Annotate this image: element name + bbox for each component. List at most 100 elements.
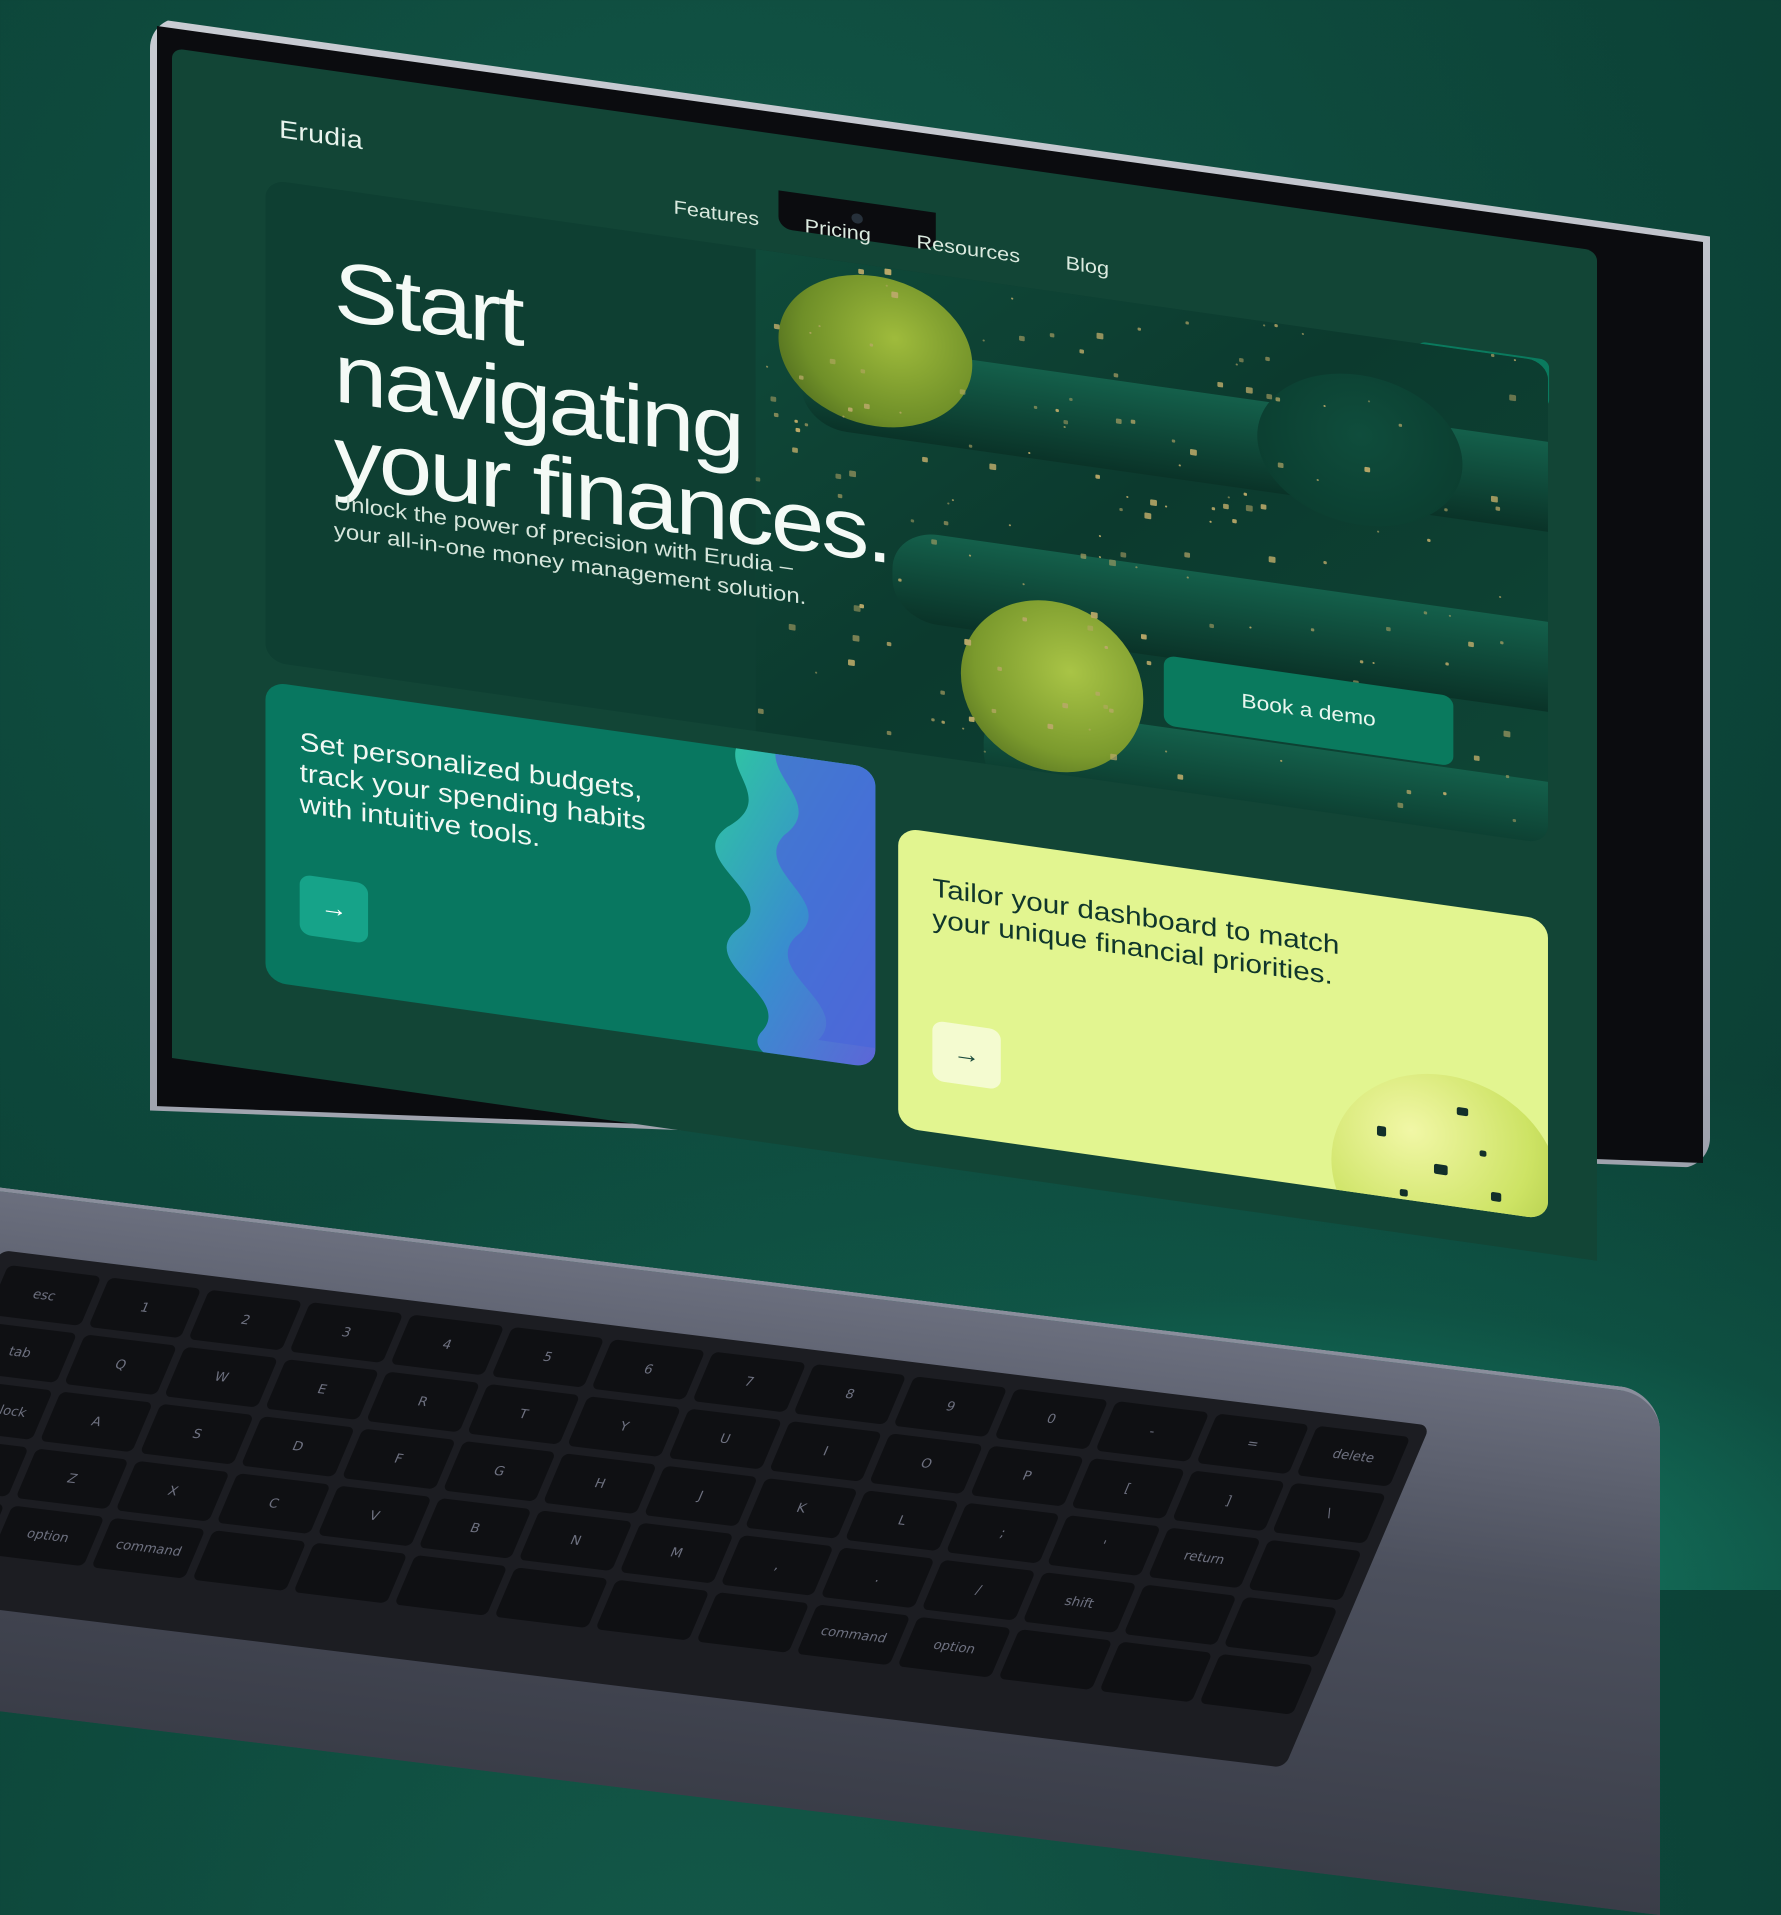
illustration-speck <box>1088 728 1091 731</box>
keyboard-key: B <box>418 1497 532 1559</box>
keyboard-key: D <box>240 1416 355 1477</box>
sculpture-illustration <box>715 730 876 1069</box>
keyboard-key <box>1223 1596 1338 1658</box>
budget-card-text: Set personalized budgets, track your spe… <box>299 726 646 853</box>
keyboard-key <box>1123 1584 1237 1646</box>
illustration-speck <box>1397 802 1404 809</box>
illustration-speck <box>1505 774 1510 779</box>
keyboard-key <box>494 1567 609 1629</box>
keyboard-key: C <box>216 1473 331 1534</box>
illustration-speck <box>1249 626 1252 629</box>
keyboard-key: X <box>116 1460 230 1522</box>
keyboard-key: option <box>0 1505 105 1567</box>
keyboard-key: P <box>970 1445 1084 1507</box>
illustration-speck <box>1146 660 1152 666</box>
illustration-speck <box>1277 462 1284 469</box>
keyboard-key: H <box>543 1453 657 1515</box>
illustration-speck <box>1115 418 1122 425</box>
keyboard-key: Q <box>63 1334 178 1396</box>
illustration-speck <box>1509 394 1517 402</box>
illustration-speck <box>1063 419 1069 425</box>
illustration-speck <box>1062 702 1069 709</box>
keyboard-key: 7 <box>692 1351 807 1413</box>
illustration-speck <box>1245 504 1253 512</box>
arrow-right-icon: → <box>952 1039 981 1071</box>
keyboard-key: G <box>442 1440 557 1502</box>
illustration-speck <box>991 708 997 714</box>
illustration-speck <box>1323 404 1326 408</box>
ball-speck <box>1433 1163 1448 1176</box>
keyboard-key: U <box>668 1408 782 1470</box>
keyboard-key: R <box>365 1371 480 1433</box>
illustration-speck <box>1444 508 1448 512</box>
ball-speck <box>1479 1150 1487 1158</box>
illustration-speck <box>1223 503 1229 510</box>
illustration-speck <box>852 634 860 642</box>
illustration-speck <box>1028 451 1031 455</box>
illustration-speck <box>898 578 902 582</box>
illustration-speck <box>1109 708 1114 714</box>
ball-speck <box>1456 1106 1469 1117</box>
budget-card: Set personalized budgets, track your spe… <box>265 681 876 1069</box>
brand-logo[interactable]: Erudia <box>279 115 363 156</box>
illustration-speck <box>757 708 764 715</box>
keyboard-key: Z <box>15 1448 130 1510</box>
illustration-speck <box>1490 353 1495 358</box>
illustration-speck <box>951 498 955 502</box>
illustration-speck <box>1164 505 1168 508</box>
illustration-speck <box>1135 566 1138 569</box>
illustration-speck <box>968 444 973 448</box>
illustration-speck <box>1268 556 1276 564</box>
illustration-speck <box>886 641 892 647</box>
illustration-speck <box>1090 611 1098 619</box>
keyboard-key: delete <box>1296 1425 1411 1487</box>
nav-item-features[interactable]: Features <box>674 197 759 231</box>
keyboard-key <box>696 1592 810 1653</box>
illustration-speck <box>1109 559 1116 567</box>
dashboard-card-arrow-button[interactable]: → <box>932 1020 1001 1090</box>
illustration-speck <box>1490 495 1498 503</box>
illustration-speck <box>931 539 937 545</box>
keyboard-key: W <box>164 1346 279 1408</box>
keyboard-key: - <box>1095 1401 1209 1462</box>
illustration-speck <box>1364 466 1371 473</box>
nav-item-blog[interactable]: Blog <box>1066 253 1109 281</box>
illustration-speck <box>1104 645 1108 650</box>
illustration-speck <box>1260 503 1267 510</box>
illustration-speck <box>1427 538 1431 543</box>
keyboard-key: V <box>317 1485 432 1547</box>
budget-card-arrow-button[interactable]: → <box>299 874 369 944</box>
dashboard-card: Tailor your dashboard to match your uniq… <box>898 827 1548 1220</box>
illustration-speck <box>947 502 950 505</box>
illustration-speck <box>989 463 997 471</box>
keyboard-key <box>1248 1539 1362 1601</box>
illustration-speck <box>1498 595 1502 599</box>
illustration-speck <box>941 720 945 725</box>
illustration-speck <box>1275 397 1281 402</box>
illustration-speck <box>1184 552 1191 558</box>
illustration-speck <box>1398 423 1403 428</box>
illustration-speck <box>1500 641 1504 645</box>
illustration-speck <box>964 638 972 646</box>
keyboard-key: O <box>869 1433 984 1495</box>
illustration-speck <box>940 690 945 696</box>
illustration-speck <box>1113 373 1119 378</box>
keyboard-key: 6 <box>591 1339 706 1401</box>
keyboard-key <box>1098 1641 1213 1703</box>
keyboard-key: command <box>91 1517 206 1579</box>
keyboard-key <box>595 1579 710 1641</box>
illustration-speck <box>1144 512 1152 520</box>
illustration-speck <box>1243 492 1248 496</box>
illustration-speck <box>1079 349 1084 354</box>
illustration-speck <box>1227 496 1230 499</box>
illustration-speck <box>1185 321 1189 325</box>
illustration-speck <box>1512 818 1517 823</box>
illustration-speck <box>931 718 935 722</box>
nav-item-resources[interactable]: Resources <box>916 232 1020 269</box>
illustration-speck <box>1177 774 1184 780</box>
illustration-speck <box>1448 614 1452 618</box>
illustration-speck <box>1022 617 1027 622</box>
illustration-speck <box>968 716 975 723</box>
illustration-speck <box>885 284 888 287</box>
illustration-speck <box>858 268 864 275</box>
